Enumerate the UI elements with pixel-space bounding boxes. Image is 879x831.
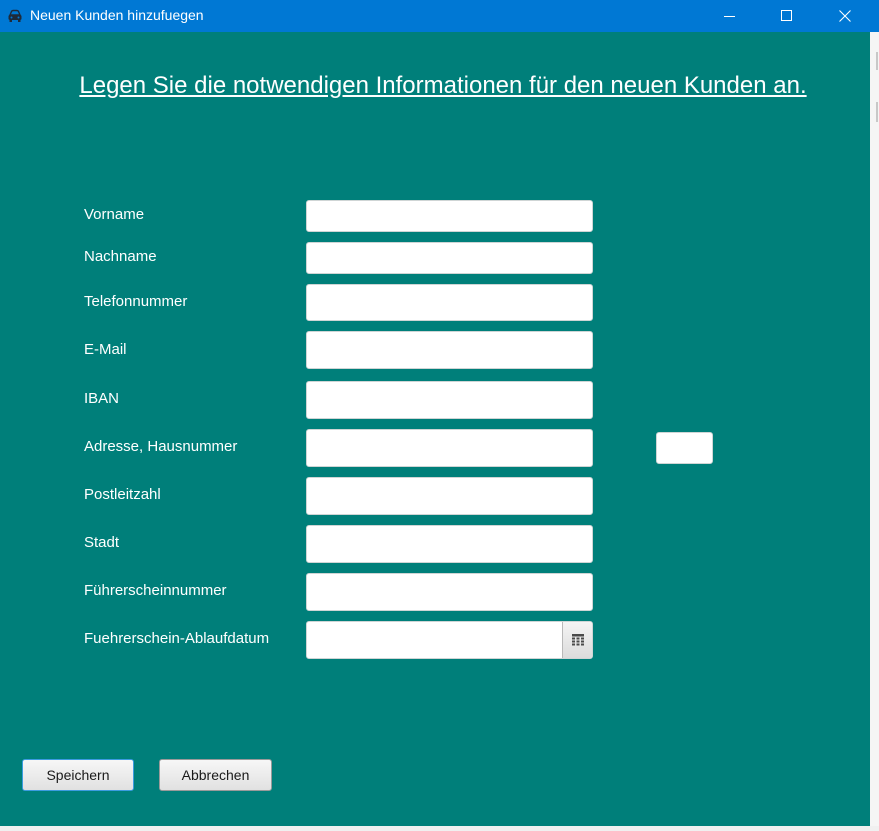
vorname-input[interactable]: [306, 200, 593, 232]
fuehrerscheinnummer-input[interactable]: [306, 573, 593, 611]
label-postleitzahl: Postleitzahl: [84, 486, 161, 503]
label-stadt: Stadt: [84, 534, 120, 551]
label-ablaufdatum: Fuehrerschein-Ablaufdatum: [84, 630, 270, 647]
minimize-icon: [724, 16, 735, 17]
hausnummer-input[interactable]: [656, 432, 713, 464]
minimize-button[interactable]: [707, 0, 753, 32]
label-vorname: Vorname: [84, 206, 145, 223]
label-email: E-Mail: [84, 341, 127, 358]
nachname-input[interactable]: [306, 242, 593, 274]
ablaufdatum-input[interactable]: [307, 622, 562, 658]
label-adresse: Adresse, Hausnummer: [84, 438, 238, 455]
save-button[interactable]: Speichern: [22, 759, 134, 791]
maximize-icon: [781, 10, 792, 21]
cancel-button[interactable]: Abbrechen: [159, 759, 272, 791]
calendar-button[interactable]: [562, 622, 592, 658]
iban-input[interactable]: [306, 381, 593, 419]
close-button[interactable]: [822, 0, 868, 32]
postleitzahl-input[interactable]: [306, 477, 593, 515]
label-iban: IBAN: [84, 390, 120, 407]
label-nachname: Nachname: [84, 248, 157, 265]
ablaufdatum-datepicker: [306, 621, 593, 659]
edge-mark: [876, 102, 878, 122]
stadt-input[interactable]: [306, 525, 593, 563]
maximize-button[interactable]: [764, 0, 810, 32]
label-fuehrerscheinnummer: Führerscheinnummer: [84, 582, 227, 599]
window-edge: [870, 32, 879, 831]
close-icon: [839, 10, 851, 22]
telefonnummer-input[interactable]: [306, 284, 593, 321]
car-icon: [7, 8, 23, 24]
email-input[interactable]: [306, 331, 593, 369]
form-heading: Legen Sie die notwendigen Informationen …: [79, 72, 807, 99]
adresse-input[interactable]: [306, 429, 593, 467]
window-bottom-edge: [0, 826, 879, 831]
window-title: Neuen Kunden hinzufuegen: [30, 7, 204, 23]
edge-mark: [876, 52, 878, 70]
form-panel: Legen Sie die notwendigen Informationen …: [0, 32, 870, 826]
calendar-icon: [572, 634, 584, 646]
label-telefonnummer: Telefonnummer: [84, 293, 188, 310]
title-bar: Neuen Kunden hinzufuegen: [0, 0, 879, 32]
